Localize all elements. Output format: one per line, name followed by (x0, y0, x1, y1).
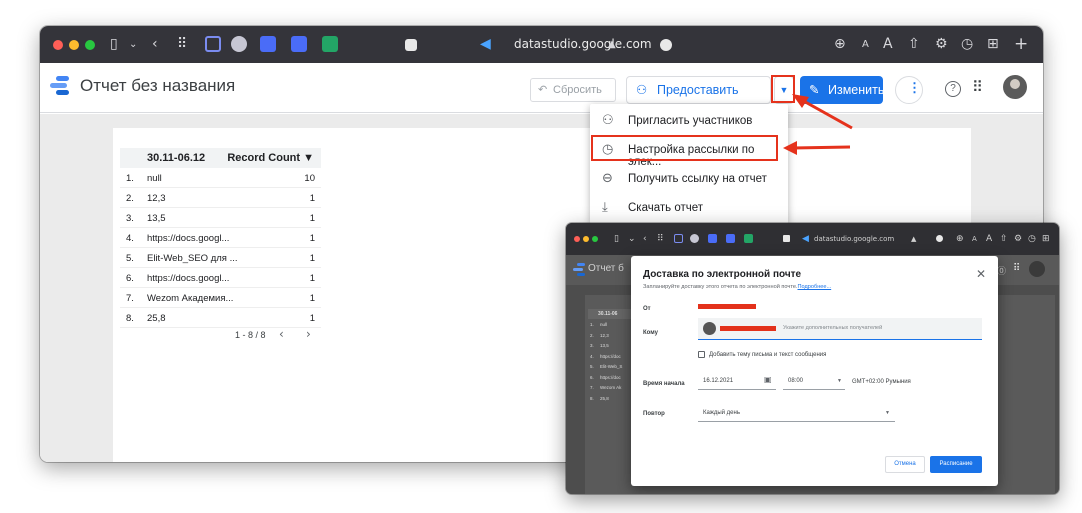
tab-icon[interactable] (783, 235, 790, 242)
mini-report-title: Отчет б (588, 263, 624, 274)
sheets-extension-icon[interactable] (744, 234, 753, 243)
mini-table-row: 4. https://doc (588, 352, 631, 362)
address-bar-url[interactable]: datastudio.google.com (814, 223, 894, 255)
caret-down-icon: ▼ (885, 410, 890, 416)
mini-table-row: 3. 13,5 (588, 341, 631, 351)
settings-icon[interactable]: ⚙ (1014, 223, 1022, 255)
chevron-down-icon[interactable]: ⌄ (628, 223, 636, 255)
caret-down-icon: ▼ (837, 378, 842, 384)
row-number: 1. (590, 322, 594, 327)
mini-table-row: 8. 25,8 (588, 394, 631, 404)
start-time-select[interactable]: 08:00 ▼ (783, 372, 845, 390)
apps-grid-icon[interactable]: ⠿ (657, 223, 664, 255)
recipients-placeholder: Укажите дополнительных получателей (783, 325, 883, 331)
row-number: 5. (590, 364, 594, 369)
more-icon[interactable] (936, 235, 943, 242)
dialog-title: Доставка по электронной почте (643, 269, 802, 280)
mini-table-row: 2. 12,3 (588, 331, 631, 341)
to-label: Кому (643, 330, 658, 336)
row-label: 13,5 (600, 343, 609, 348)
email-delivery-window: ▯ ⌄ ‹ ⠿ ◀ datastudio.google.com ▲ ⊕ A A … (566, 223, 1059, 494)
row-label: 25,8 (600, 395, 609, 401)
zoom-window-button[interactable] (592, 236, 598, 242)
row-number: 7. (590, 385, 594, 390)
shield-extension-icon[interactable] (674, 234, 683, 243)
row-number: 3. (590, 343, 594, 348)
row-label: null (600, 322, 608, 327)
apps-icon[interactable]: ⠿ (1013, 263, 1020, 274)
repeat-value: Каждый день (703, 410, 740, 416)
mini-table-header: 30.11-06 (588, 309, 631, 319)
learn-more-link[interactable]: Подробнее... (798, 284, 832, 290)
add-subject-label: Добавить тему письма и текст сообщения (709, 352, 827, 358)
share-icon[interactable]: ⇧ (1000, 223, 1008, 255)
row-label: https://doc (600, 353, 621, 359)
download-icon[interactable]: ⊕ (956, 223, 964, 255)
redacted-recipient (720, 326, 776, 331)
row-number: 2. (590, 332, 594, 338)
close-window-button[interactable] (574, 236, 580, 242)
font-small-icon[interactable]: A (972, 223, 977, 255)
add-subject-checkbox[interactable] (698, 351, 705, 358)
row-label: 12,3 (600, 332, 609, 338)
row-number: 6. (590, 374, 594, 380)
docs-extension-icon[interactable] (708, 234, 717, 243)
avatar[interactable] (1029, 261, 1045, 277)
mini-table-row: 6. https://doc (588, 373, 631, 383)
docs-extension-icon-2[interactable] (726, 234, 735, 243)
datastudio-logo-icon (573, 263, 585, 276)
privacy-extension-icon[interactable] (690, 234, 699, 243)
row-label: https://doc (600, 374, 621, 380)
minimize-window-button[interactable] (583, 236, 589, 242)
tabs-overview-icon[interactable]: ⊞ (1042, 223, 1050, 255)
start-time-value: 08:00 (788, 378, 804, 384)
calendar-icon[interactable]: ▣ (764, 375, 772, 384)
start-time-label: Время начала (643, 381, 685, 387)
email-delivery-dialog: Доставка по электронной почте ✕ Запланир… (631, 256, 998, 486)
lock-icon: ▲ (911, 235, 917, 243)
redacted-from-email (698, 304, 756, 309)
repeat-select[interactable]: Каждый день ▼ (698, 402, 895, 422)
mini-table-row: 7. Wezom Ak (588, 383, 631, 393)
dialog-subtitle: Запланируйте доставку этого отчета по эл… (643, 284, 831, 290)
row-label: Elit-Web_S (600, 364, 623, 369)
cancel-button[interactable]: Отмена (885, 456, 925, 473)
font-large-icon[interactable]: A (986, 223, 992, 255)
start-date-value: 16.12.2021 (703, 378, 734, 384)
timezone-label: GMT+02:00 Румыния (852, 379, 911, 385)
schedule-button[interactable]: Расписание (930, 456, 982, 473)
mini-column-header: 30.11-06 (598, 311, 618, 317)
dialog-subtitle-text: Запланируйте доставку этого отчета по эл… (643, 284, 798, 290)
mini-table-row: 1. null (588, 320, 631, 330)
row-number: 8. (590, 395, 594, 401)
help-icon[interactable]: ⓪ (997, 264, 1006, 277)
mini-browser-toolbar: ▯ ⌄ ‹ ⠿ ◀ datastudio.google.com ▲ ⊕ A A … (566, 223, 1059, 255)
mini-table-row: 5. Elit-Web_S (588, 362, 631, 372)
sidebar-icon[interactable]: ▯ (614, 223, 619, 255)
repeat-label: Повтор (643, 411, 665, 417)
row-label: Wezom Ak (600, 385, 622, 390)
start-date-field[interactable]: 16.12.2021 ▣ (698, 372, 776, 390)
recipients-input[interactable]: Укажите дополнительных получателей (698, 318, 982, 340)
datastudio-favicon-icon: ◀ (802, 234, 809, 244)
row-number: 4. (590, 353, 594, 359)
close-icon[interactable]: ✕ (976, 267, 986, 281)
history-icon[interactable]: ◷ (1028, 223, 1036, 255)
avatar (703, 322, 716, 335)
from-label: От (643, 306, 651, 312)
back-icon[interactable]: ‹ (643, 223, 647, 255)
